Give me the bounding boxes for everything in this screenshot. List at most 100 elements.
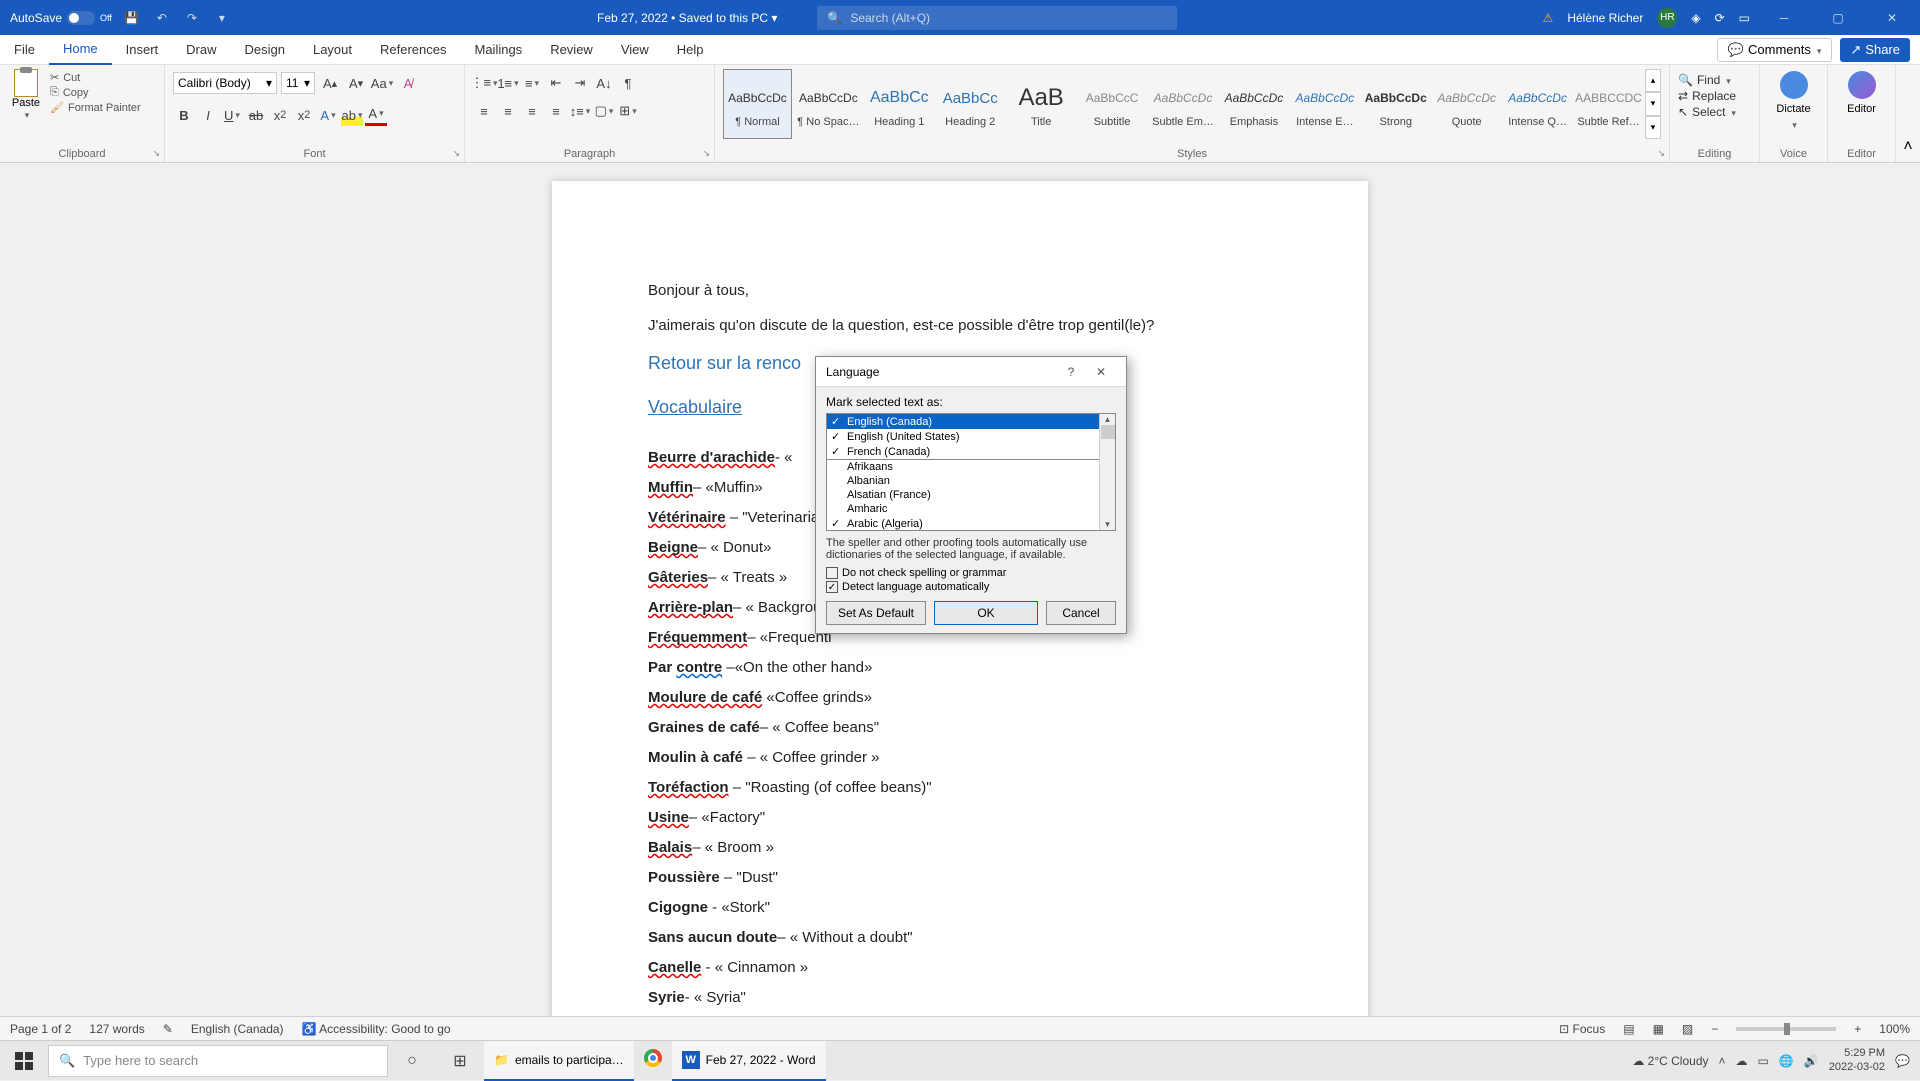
tab-mailings[interactable]: Mailings xyxy=(461,35,537,65)
start-button[interactable] xyxy=(0,1041,48,1081)
zoom-in-button[interactable]: + xyxy=(1854,1022,1861,1036)
language-option[interactable]: Afrikaans xyxy=(827,460,1099,474)
autosave-toggle[interactable]: AutoSave Off xyxy=(10,11,112,25)
tab-references[interactable]: References xyxy=(366,35,460,65)
zoom-slider[interactable] xyxy=(1736,1027,1836,1031)
style-strong[interactable]: AaBbCcDcStrong xyxy=(1361,69,1430,139)
pending-icon[interactable]: ⟳ xyxy=(1715,11,1725,25)
style-emphasis[interactable]: AaBbCcDcEmphasis xyxy=(1219,69,1288,139)
language-status[interactable]: English (Canada) xyxy=(191,1022,284,1036)
decrease-indent-button[interactable]: ⇤ xyxy=(545,72,567,94)
no-check-checkbox[interactable]: Do not check spelling or grammar xyxy=(826,567,1116,579)
undo-icon[interactable]: ↶ xyxy=(152,8,172,28)
style-intense-e-[interactable]: AaBbCcDcIntense E… xyxy=(1290,69,1359,139)
dialog-titlebar[interactable]: Language ? ✕ xyxy=(816,357,1126,387)
language-listbox[interactable]: ✓English (Canada)✓English (United States… xyxy=(826,413,1116,531)
comments-button[interactable]: 💬 Comments xyxy=(1717,38,1833,62)
italic-button[interactable]: I xyxy=(197,104,219,126)
clear-format-button[interactable]: A̸ xyxy=(397,72,419,94)
editor-icon[interactable] xyxy=(1848,71,1876,99)
maximize-button[interactable]: ▢ xyxy=(1818,0,1858,35)
tab-view[interactable]: View xyxy=(607,35,663,65)
align-right-button[interactable]: ≡ xyxy=(521,100,543,122)
expand-icon[interactable]: ↘ xyxy=(152,148,160,159)
clock[interactable]: 5:29 PM 2022-03-02 xyxy=(1829,1047,1885,1073)
cortana-button[interactable]: ○ xyxy=(388,1041,436,1081)
redo-icon[interactable]: ↷ xyxy=(182,8,202,28)
grow-font-button[interactable]: A▴ xyxy=(319,72,341,94)
show-marks-button[interactable]: ¶ xyxy=(617,72,639,94)
word-count[interactable]: 127 words xyxy=(89,1022,144,1036)
meet-now-icon[interactable]: ▭ xyxy=(1758,1054,1769,1068)
tab-help[interactable]: Help xyxy=(663,35,718,65)
language-option[interactable]: Alsatian (France) xyxy=(827,488,1099,502)
weather-widget[interactable]: ☁ 2°C Cloudy xyxy=(1632,1054,1708,1068)
network-icon[interactable]: 🌐 xyxy=(1779,1054,1794,1068)
text-effects-button[interactable]: A xyxy=(317,104,339,126)
language-option[interactable]: Albanian xyxy=(827,474,1099,488)
taskbar-search[interactable]: 🔍 Type here to search xyxy=(48,1045,388,1077)
font-family-select[interactable]: Calibri (Body)▾ xyxy=(173,72,277,94)
dialog-close-button[interactable]: ✕ xyxy=(1086,365,1116,379)
numbering-button[interactable]: 1≡ xyxy=(497,72,519,94)
style-intense-q-[interactable]: AaBbCcDcIntense Q… xyxy=(1503,69,1572,139)
spellcheck-icon[interactable]: ✎ xyxy=(163,1022,173,1036)
find-button[interactable]: 🔍Find xyxy=(1678,73,1751,87)
zoom-out-button[interactable]: − xyxy=(1711,1022,1718,1036)
tab-insert[interactable]: Insert xyxy=(112,35,173,65)
ok-button[interactable]: OK xyxy=(934,601,1038,625)
user-avatar[interactable]: HR xyxy=(1657,8,1677,28)
style-heading-2[interactable]: AaBbCcHeading 2 xyxy=(936,69,1005,139)
read-mode-button[interactable]: ▤ xyxy=(1623,1022,1634,1036)
page-indicator[interactable]: Page 1 of 2 xyxy=(10,1022,71,1036)
language-option[interactable]: Amharic xyxy=(827,502,1099,516)
change-case-button[interactable]: Aa xyxy=(371,72,393,94)
zoom-level[interactable]: 100% xyxy=(1879,1022,1910,1036)
bold-button[interactable]: B xyxy=(173,104,195,126)
underline-button[interactable]: U xyxy=(221,104,243,126)
ribbon-mode-icon[interactable]: ▭ xyxy=(1739,11,1750,25)
tab-layout[interactable]: Layout xyxy=(299,35,366,65)
shrink-font-button[interactable]: A▾ xyxy=(345,72,367,94)
highlight-button[interactable]: ab xyxy=(341,104,363,126)
align-center-button[interactable]: ≡ xyxy=(497,100,519,122)
select-button[interactable]: ↖Select xyxy=(1678,105,1751,119)
tab-home[interactable]: Home xyxy=(49,35,112,65)
tab-file[interactable]: File xyxy=(0,35,49,65)
align-left-button[interactable]: ≡ xyxy=(473,100,495,122)
language-option[interactable]: ✓French (Canada) xyxy=(827,444,1099,459)
line-spacing-button[interactable]: ↕≡ xyxy=(569,100,591,122)
diamond-icon[interactable]: ◈ xyxy=(1691,11,1700,25)
style-quote[interactable]: AaBbCcDcQuote xyxy=(1432,69,1501,139)
bullets-button[interactable]: ⋮≡ xyxy=(473,72,495,94)
warning-icon[interactable]: ⚠ xyxy=(1543,11,1554,25)
justify-button[interactable]: ≡ xyxy=(545,100,567,122)
cut-button[interactable]: ✂Cut xyxy=(50,71,141,84)
search-input[interactable]: 🔍 Search (Alt+Q) xyxy=(817,6,1177,30)
style---normal[interactable]: AaBbCcDc¶ Normal xyxy=(723,69,792,139)
volume-icon[interactable]: 🔊 xyxy=(1804,1054,1819,1068)
taskbar-app-folder[interactable]: 📁emails to participa… xyxy=(484,1041,634,1081)
strikethrough-button[interactable]: ab xyxy=(245,104,267,126)
format-painter-button[interactable]: 🖌Format Painter xyxy=(50,101,141,114)
superscript-button[interactable]: x2 xyxy=(293,104,315,126)
tab-design[interactable]: Design xyxy=(231,35,299,65)
font-color-button[interactable]: A xyxy=(365,104,387,126)
set-default-button[interactable]: Set As Default xyxy=(826,601,926,625)
styles-up-button[interactable]: ▴ xyxy=(1645,69,1661,92)
tray-expand-icon[interactable]: ˄ xyxy=(1719,1054,1726,1068)
styles-expand-button[interactable]: ▾ xyxy=(1645,116,1661,139)
expand-icon[interactable]: ↘ xyxy=(702,148,710,159)
style-title[interactable]: AaBTitle xyxy=(1007,69,1076,139)
taskbar-app-chrome[interactable] xyxy=(634,1041,672,1081)
document-title[interactable]: Feb 27, 2022 • Saved to this PC ▾ xyxy=(597,11,777,25)
taskbar-app-word[interactable]: WFeb 27, 2022 - Word xyxy=(672,1041,826,1081)
paste-button[interactable]: Paste xyxy=(8,69,44,139)
user-name[interactable]: Hélène Richer xyxy=(1567,11,1643,25)
scroll-up-icon[interactable]: ▴ xyxy=(1105,414,1110,425)
scroll-down-icon[interactable]: ▾ xyxy=(1105,519,1110,530)
cancel-button[interactable]: Cancel xyxy=(1046,601,1116,625)
shading-button[interactable]: ▢ xyxy=(593,100,615,122)
collapse-ribbon-button[interactable]: ˄ xyxy=(1896,65,1920,162)
language-option[interactable]: ✓English (Canada) xyxy=(827,414,1099,429)
